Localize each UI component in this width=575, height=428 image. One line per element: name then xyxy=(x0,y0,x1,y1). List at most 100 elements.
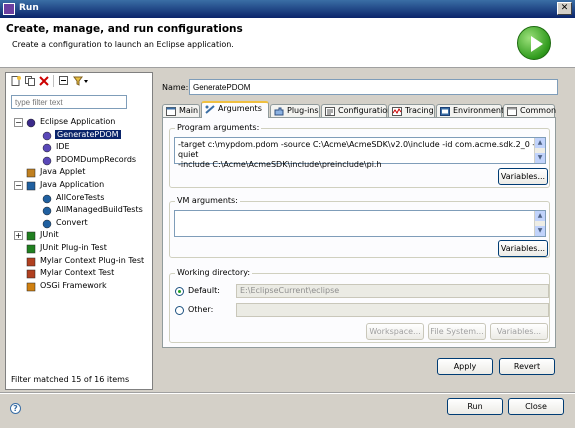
window-close-button[interactable]: ✕ xyxy=(557,2,572,15)
program-arguments-group: Program arguments: -target c:\mypdom.pdo… xyxy=(169,123,550,188)
tab-tracing-label: Tracing xyxy=(405,106,434,115)
tab-configuration[interactable]: Configuration xyxy=(321,104,392,118)
window-title: Run xyxy=(19,3,39,13)
eclipse-config-icon xyxy=(42,156,52,166)
tree-item[interactable]: Mylar Context Plug-in Test xyxy=(26,256,146,268)
tree-item-label: AllManagedBuildTests xyxy=(56,205,143,215)
other-radio[interactable] xyxy=(175,306,184,315)
mylar-icon xyxy=(26,257,36,266)
program-arguments-scrollbar[interactable]: ▲ ▼ xyxy=(534,138,545,163)
working-dir-variables-button[interactable]: Variables... xyxy=(490,323,548,340)
run-button[interactable]: Run xyxy=(447,398,503,415)
tab-configuration-label: Configuration xyxy=(338,106,393,115)
revert-button[interactable]: Revert xyxy=(499,358,555,375)
tree-item[interactable]: OSGi Framework xyxy=(26,281,146,293)
java-config-icon xyxy=(42,219,52,229)
eclipse-window-icon xyxy=(3,3,15,15)
tree-item-label: OSGi Framework xyxy=(40,280,107,290)
tree-item-label: Mylar Context Plug-in Test xyxy=(40,255,145,265)
tree-item[interactable]: AllManagedBuildTests xyxy=(42,205,146,217)
tab-arguments-label: Arguments xyxy=(218,104,262,113)
tree-item[interactable]: AllCoreTests xyxy=(42,193,146,205)
tree-item[interactable]: Convert xyxy=(42,218,146,230)
vm-arguments-scrollbar[interactable]: ▲ ▼ xyxy=(534,211,545,236)
eclipse-config-icon xyxy=(42,143,52,153)
delete-config-icon[interactable] xyxy=(39,76,49,86)
other-label: Other: xyxy=(188,305,214,314)
tab-arguments[interactable]: Arguments xyxy=(201,101,269,118)
tab-common[interactable]: Common xyxy=(503,104,556,118)
expand-toggle-icon[interactable]: + xyxy=(14,231,23,241)
vm-arguments-field[interactable]: ▲ ▼ xyxy=(174,210,546,237)
filter-input[interactable] xyxy=(11,95,127,109)
program-arguments-line-2: -include C:\Acme\AcmeSDK\include\preincl… xyxy=(178,160,382,169)
program-arguments-field[interactable]: -target c:\mypdom.pdom -source C:\Acme\A… xyxy=(174,137,546,169)
environment-tab-icon xyxy=(440,107,450,116)
tree-item[interactable]: IDE xyxy=(42,142,146,154)
eclipse-config-icon xyxy=(42,131,52,140)
tab-plugins[interactable]: Plug-ins xyxy=(270,104,320,118)
run-large-icon xyxy=(517,26,551,60)
vm-arguments-group: VM arguments: ▲ ▼ Variables... xyxy=(169,196,550,258)
java-config-icon xyxy=(42,194,52,203)
program-variables-button[interactable]: Variables... xyxy=(498,168,548,185)
workspace-button[interactable]: Workspace... xyxy=(366,323,424,340)
tree-item-label: Java Applet xyxy=(40,167,86,177)
mylar-icon xyxy=(26,269,36,279)
tree-item-label: Convert xyxy=(56,217,88,227)
name-field[interactable] xyxy=(189,79,558,95)
scroll-down-icon[interactable]: ▼ xyxy=(535,153,545,163)
tree-item-label: PDOMDumpRecords xyxy=(56,154,137,164)
name-label: Name: xyxy=(162,83,189,92)
arguments-panel: Program arguments: -target c:\mypdom.pdo… xyxy=(162,117,556,348)
tree-item[interactable]: + JUnit xyxy=(14,230,146,242)
file-system-button[interactable]: File System... xyxy=(428,323,486,340)
configuration-tab-icon xyxy=(325,107,335,116)
apply-button[interactable]: Apply xyxy=(437,358,493,375)
scroll-down-icon[interactable]: ▼ xyxy=(535,226,545,236)
program-arguments-title: Program arguments: xyxy=(175,123,262,132)
filter-menu-icon[interactable] xyxy=(73,76,89,86)
java-config-icon xyxy=(42,206,52,216)
tab-main[interactable]: Main xyxy=(162,104,200,118)
tree-item[interactable]: GeneratePDOM xyxy=(42,129,146,142)
other-directory-field xyxy=(236,303,549,317)
configuration-list-pane: − Eclipse Application GeneratePDOM IDE PDOMD… xyxy=(5,72,153,390)
close-button[interactable]: Close xyxy=(508,398,564,415)
tree-item-label: AllCoreTests xyxy=(56,192,105,202)
help-icon[interactable]: ? xyxy=(10,403,21,414)
vm-variables-button[interactable]: Variables... xyxy=(498,240,548,257)
tab-environment-label: Environment xyxy=(453,106,505,115)
tree-item[interactable]: PDOMDumpRecords xyxy=(42,155,146,167)
scroll-up-icon[interactable]: ▲ xyxy=(535,138,545,148)
duplicate-config-icon[interactable] xyxy=(25,76,35,86)
tree-item[interactable]: − Java Application xyxy=(14,180,146,192)
new-config-icon[interactable] xyxy=(11,76,21,86)
collapse-toggle-icon[interactable]: − xyxy=(14,118,23,127)
tree-item-label: GeneratePDOM xyxy=(55,129,121,139)
default-radio[interactable] xyxy=(175,287,184,296)
arguments-tab-icon xyxy=(205,105,215,114)
working-directory-title: Working directory: xyxy=(175,268,253,277)
tracing-tab-icon xyxy=(392,107,402,116)
tree-item-label: Java Application xyxy=(40,180,105,189)
scroll-up-icon[interactable]: ▲ xyxy=(535,211,545,221)
tree-item-label: JUnit xyxy=(40,230,59,240)
dialog-subheading: Create a configuration to launch an Ecli… xyxy=(12,40,234,49)
footer-divider xyxy=(0,392,575,394)
tree-item-label: JUnit Plug-in Test xyxy=(40,243,107,252)
tree-item-label: Mylar Context Test xyxy=(40,268,115,278)
tab-environment[interactable]: Environment xyxy=(436,104,505,118)
tree-item[interactable]: Java Applet xyxy=(26,167,146,179)
main-tab-icon xyxy=(166,107,176,116)
collapse-toggle-icon[interactable]: − xyxy=(14,181,23,190)
default-directory-value: E:\EclipseCurrent\eclipse xyxy=(240,286,340,295)
title-bar: Run ✕ xyxy=(0,0,575,18)
tree-item[interactable]: JUnit Plug-in Test xyxy=(26,243,146,255)
tree-item[interactable]: Mylar Context Test xyxy=(26,268,146,280)
tab-tracing[interactable]: Tracing xyxy=(388,104,435,118)
working-directory-group: Working directory: Default: E:\EclipseCu… xyxy=(169,268,550,343)
collapse-all-icon[interactable] xyxy=(59,76,69,86)
common-tab-icon xyxy=(507,107,517,116)
tree-item[interactable]: − Eclipse Application xyxy=(14,117,146,129)
